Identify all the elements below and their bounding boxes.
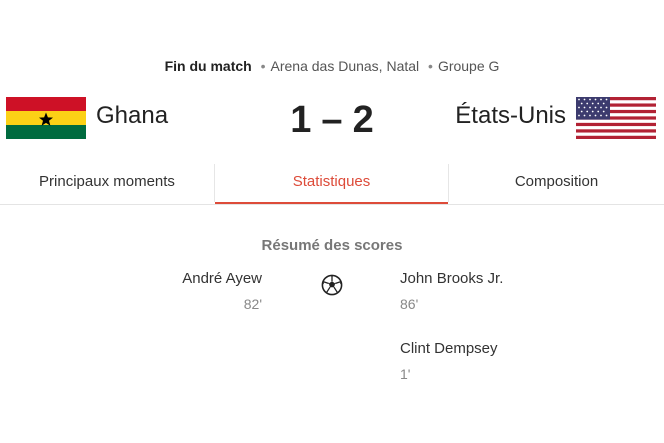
separator-2: • [428, 58, 433, 74]
home-scorer-name[interactable]: André Ayew [182, 270, 262, 287]
tab-composition[interactable]: Composition [449, 164, 664, 202]
separator-1: • [260, 58, 266, 74]
tab-statistiques[interactable]: Statistiques [215, 164, 448, 204]
away-team-name[interactable]: États-Unis [455, 102, 566, 130]
score-dash: – [321, 99, 343, 141]
match-group: Groupe G [437, 58, 500, 74]
soccer-ball-icon [321, 274, 343, 296]
match-venue: Arena das Dunas, Natal [270, 58, 420, 74]
away-scorer-name[interactable]: Clint Dempsey [400, 340, 498, 357]
match-status: Fin du match [164, 58, 252, 74]
away-scorer-minute: 86' [400, 296, 419, 312]
usa-flag-icon [576, 97, 656, 139]
match-status-line: Fin du match • Arena das Dunas, Natal • Gr… [0, 58, 664, 74]
match-tabs: Principaux moments Statistiques Composit… [0, 164, 664, 205]
tab-principaux-moments[interactable]: Principaux moments [0, 164, 214, 202]
match-card: Fin du match • Arena das Dunas, Natal • Gr… [0, 0, 664, 443]
home-scorer-minute: 82' [243, 296, 262, 312]
away-scorer-minute: 1' [400, 366, 411, 382]
away-scorer-name[interactable]: John Brooks Jr. [400, 270, 503, 287]
home-score: 1 [290, 99, 312, 141]
score-summary-title: Résumé des scores [261, 237, 403, 254]
away-score: 2 [352, 99, 374, 141]
